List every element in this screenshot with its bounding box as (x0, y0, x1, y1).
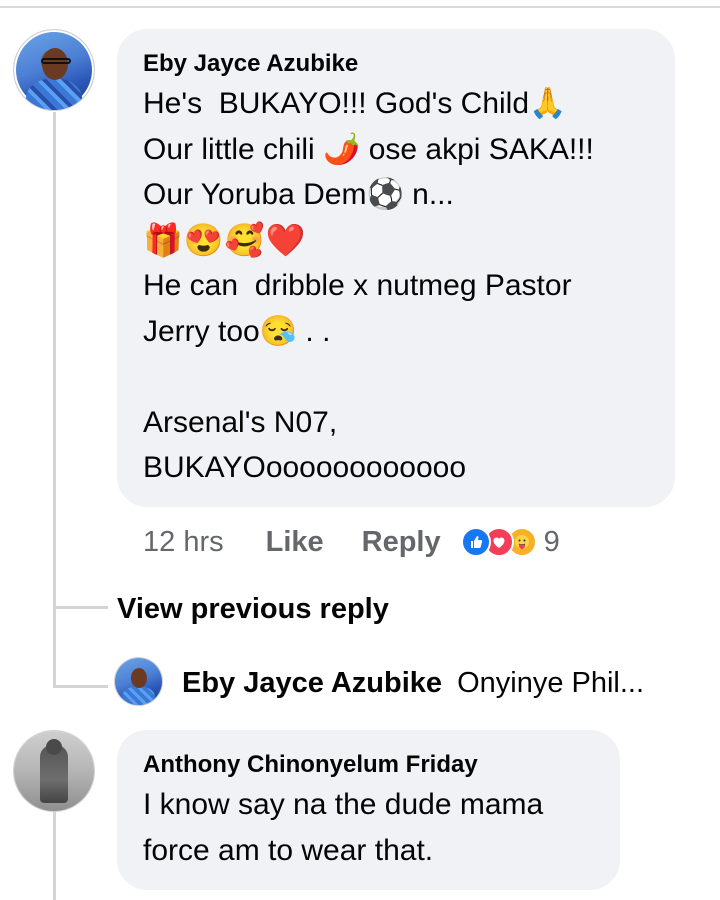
reply-avatar[interactable] (115, 658, 162, 705)
reply-preview[interactable]: Eby Jayce Azubike Onyinye Phil... (182, 662, 644, 704)
comment-text-line (143, 354, 649, 400)
reactions-summary[interactable]: 9 (460, 525, 560, 559)
top-divider (0, 6, 720, 8)
avatar-shirt (26, 78, 82, 110)
comment-text-line: Our little chili 🌶️ ose akpi SAKA!!! (143, 132, 594, 166)
thread-connector-line (53, 810, 56, 900)
like-button[interactable]: Like (266, 526, 324, 559)
comment-text-line: force am to wear that. (143, 833, 434, 867)
reply-preview-text: Onyinye Phil... (457, 666, 645, 699)
avatar-shirt (122, 686, 155, 705)
comment-timestamp[interactable]: 12 hrs (143, 526, 224, 559)
like-reaction-icon (460, 527, 491, 557)
comment-bubble: Anthony Chinonyelum Friday I know say na… (117, 730, 620, 890)
reaction-count: 9 (543, 525, 560, 558)
view-previous-reply-link[interactable]: View previous reply (117, 589, 389, 629)
comment-bubble: Eby Jayce Azubike He's BUKAYO!!! God's C… (117, 29, 675, 507)
thread-connector-line (53, 112, 56, 688)
comment-text-line: I know say na the dude mama (143, 788, 544, 821)
avatar-glasses (41, 58, 71, 64)
reply-button[interactable]: Reply (362, 526, 441, 559)
comment-text-line: BUKAYOoooooooooooo (143, 451, 467, 484)
comment-text-line: Jerry too😪 . . (143, 314, 331, 348)
avatar-face (131, 668, 147, 688)
avatar-head (46, 739, 62, 755)
comment-emoji-line: 🎁😍🥰❤️ (143, 221, 307, 258)
reply-preview-author[interactable]: Eby Jayce Azubike (182, 667, 442, 700)
thread-connector-branch (53, 685, 108, 688)
comment-text-line: Our Yoruba Dem⚽ n... (143, 178, 454, 211)
comment-meta-row: 12 hrs Like Reply 9 (143, 520, 560, 564)
comment-text-line: He's BUKAYO!!! God's Child🙏 (143, 87, 567, 120)
comment-author[interactable]: Anthony Chinonyelum Friday (143, 750, 594, 780)
comment-author[interactable]: Eby Jayce Azubike (143, 49, 649, 79)
avatar[interactable] (14, 731, 94, 811)
avatar[interactable] (14, 30, 94, 110)
comment-text-line: He can dribble x nutmeg Pastor (143, 269, 572, 302)
comment-text-line: Arsenal's N07, (143, 405, 338, 439)
thread-connector-branch (53, 606, 108, 609)
avatar-face (42, 48, 68, 80)
